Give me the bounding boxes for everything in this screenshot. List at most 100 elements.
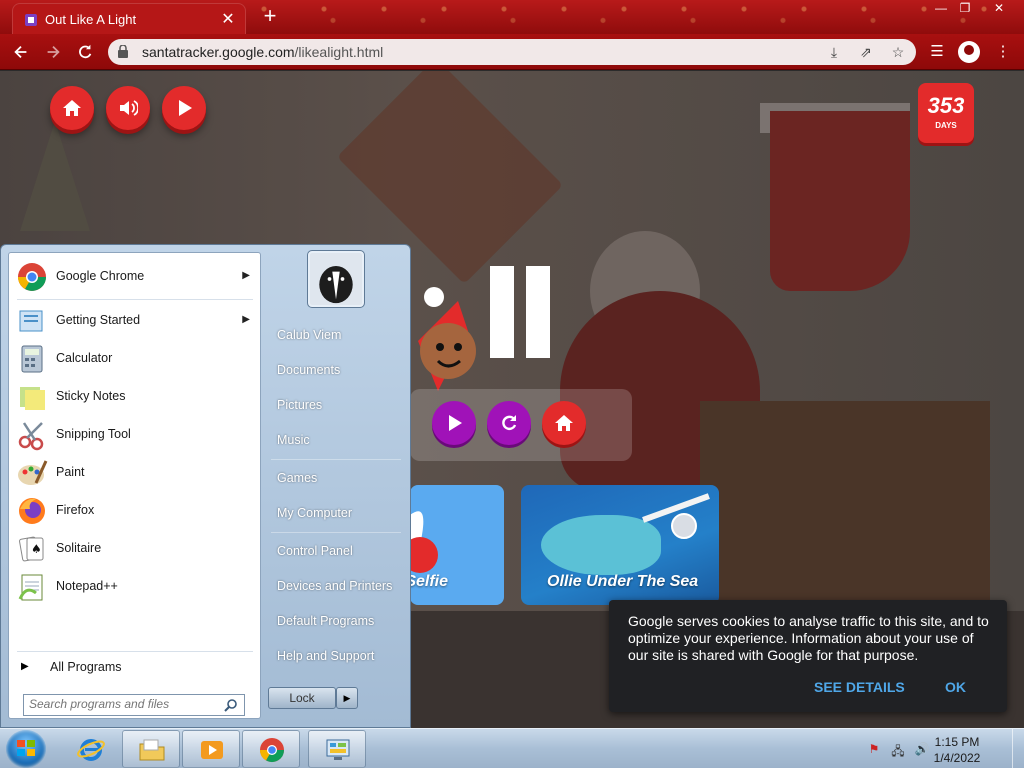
reload-icon[interactable] [72,40,98,64]
speaker-icon [120,100,138,116]
dog-avatar-icon [310,253,362,305]
home-button[interactable] [542,401,586,445]
cookie-ok-button[interactable]: OK [945,679,966,695]
program-sticky-notes[interactable]: Sticky Notes [12,379,258,415]
taskbar-file-explorer[interactable] [122,730,180,768]
start-link-pictures[interactable]: Pictures [277,398,322,412]
restart-button[interactable] [487,401,531,445]
tab-favicon-icon [25,14,37,26]
close-window-button[interactable]: ✕ [984,0,1014,18]
program-google-chrome[interactable]: Google Chrome ▶ [12,259,258,295]
sound-button[interactable] [106,86,150,130]
show-desktop-button[interactable] [1012,729,1024,768]
network-icon[interactable]: 🖧 [890,742,906,758]
start-search-input[interactable] [29,697,219,711]
taskbar: ⚑ 🖧 🔊 1:15 PM 1/4/2022 [0,728,1024,768]
resume-button[interactable] [432,401,476,445]
paint-icon [18,460,48,485]
back-icon[interactable] [8,40,34,64]
program-getting-started[interactable]: Getting Started ▶ [12,303,258,339]
program-label: Notepad++ [56,579,118,593]
restore-button[interactable]: ❐ [950,0,980,18]
program-firefox[interactable]: Firefox [12,493,258,529]
clock-date: 1/4/2022 [933,751,981,765]
home-icon [63,100,81,116]
clock-time: 1:15 PM [934,735,980,749]
start-button[interactable] [6,730,46,768]
separator [17,651,253,652]
program-notepad-plus-plus[interactable]: Notepad++ [12,569,258,605]
control-panel-icon [326,739,350,760]
program-snipping-tool[interactable]: Snipping Tool [12,417,258,453]
search-icon[interactable] [224,698,238,712]
bookmark-star-icon[interactable]: ☆ [888,42,908,62]
tab-close-icon[interactable]: ✕ [219,9,237,29]
forward-icon[interactable] [40,40,66,64]
tab-title: Out Like A Light [45,12,137,27]
user-avatar[interactable] [308,251,364,307]
notepad-plus-icon [18,574,43,601]
pause-icon [490,266,550,358]
home-icon [555,415,573,431]
lock-button[interactable]: Lock [268,687,336,709]
start-search-box[interactable] [23,694,245,716]
program-paint[interactable]: Paint [12,455,258,491]
new-tab-button[interactable]: + [258,3,282,29]
ollie-under-the-sea-card[interactable]: Ollie Under The Sea [521,485,719,605]
start-link-my-computer[interactable]: My Computer [277,506,352,520]
browser-toolbar: santatracker.google.com/likealight.html … [0,34,1024,70]
program-label: Google Chrome [56,269,145,283]
see-details-link[interactable]: SEE DETAILS [814,679,905,695]
scissors-icon [18,422,44,451]
taskbar-google-chrome[interactable] [242,730,300,768]
start-link-control-panel[interactable]: Control Panel [277,544,353,558]
game-controls-panel [410,389,632,461]
cookie-message: Google serves cookies to analyse traffic… [628,613,989,663]
folder-icon [139,739,165,761]
play-button[interactable] [162,86,206,130]
profile-avatar-icon[interactable] [958,41,980,63]
sticky-notes-icon [20,387,45,410]
start-link-music[interactable]: Music [277,433,310,447]
play-icon [179,100,192,116]
selfie-card[interactable]: Selfie [410,485,504,605]
program-label: Calculator [56,351,113,365]
days-count: 353 [927,93,965,118]
browser-tab[interactable]: Out Like A Light ✕ [12,3,246,34]
start-link-help-support[interactable]: Help and Support [277,649,374,663]
start-link-default-programs[interactable]: Default Programs [277,614,374,628]
start-link-games[interactable]: Games [277,471,317,485]
program-label: Solitaire [56,541,102,555]
share-icon[interactable]: ⇗ [856,42,876,62]
taskbar-media-player[interactable] [182,730,240,768]
program-label: Sticky Notes [56,389,126,403]
start-menu-places-pane: Calub Viem Documents Pictures Music Game… [263,245,411,729]
restart-icon [502,415,517,431]
program-calculator[interactable]: Calculator [12,341,258,377]
taskbar-control-panel[interactable] [308,730,366,768]
address-bar[interactable]: santatracker.google.com/likealight.html … [108,39,916,65]
action-center-flag-icon[interactable]: ⚑ [866,742,882,756]
play-icon [449,415,462,431]
start-link-user[interactable]: Calub Viem [277,328,341,342]
getting-started-icon [19,310,43,332]
menu-kebab-icon[interactable]: ⋮ [992,41,1014,63]
browser-tab-bar: Out Like A Light ✕ + — ❐ ✕ [0,0,1024,34]
windows-logo-icon [17,740,35,756]
program-solitaire[interactable]: ♠ Solitaire [12,531,258,567]
ollie-card-title: Ollie Under The Sea [547,573,699,590]
all-programs-button[interactable]: All Programs [50,660,122,674]
svg-text:♠: ♠ [31,542,42,556]
separator [271,459,401,460]
system-clock[interactable]: 1:15 PM 1/4/2022 [928,734,986,766]
start-link-documents[interactable]: Documents [277,363,340,377]
days-countdown-badge: 353 DAYS [918,83,974,143]
start-link-devices-printers[interactable]: Devices and Printers [277,579,392,593]
shutdown-options-arrow-icon[interactable]: ▶ [336,687,358,709]
url-text: santatracker.google.com/likealight.html [142,44,384,60]
taskbar-internet-explorer[interactable] [62,730,120,768]
start-menu: Google Chrome ▶ Getting Started ▶ Calcul… [0,244,411,728]
media-queue-icon[interactable]: ☰ [926,41,948,63]
home-button[interactable] [50,86,94,130]
install-icon[interactable]: ⤓ [824,42,844,62]
